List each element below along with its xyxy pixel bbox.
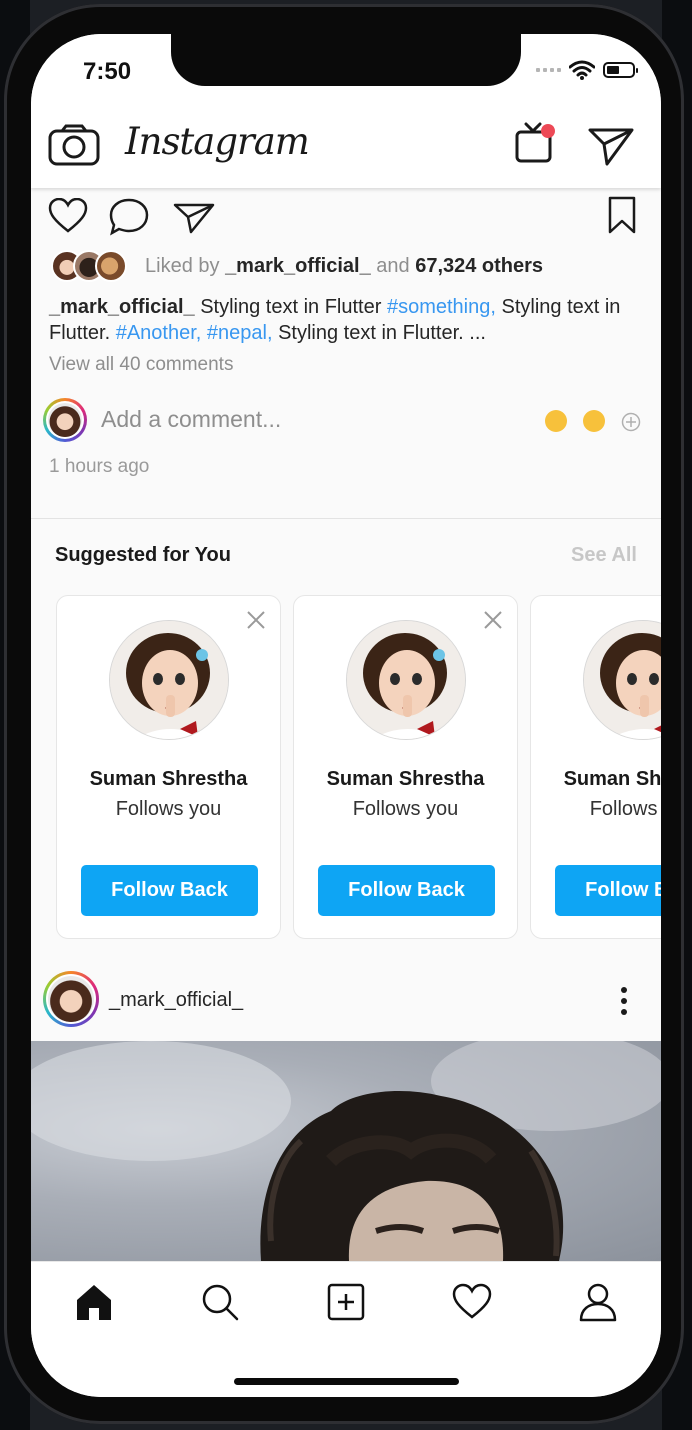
app-bar: Instagram [31, 104, 661, 188]
add-post-icon[interactable] [326, 1282, 366, 1322]
post-timestamp: 1 hours ago [49, 456, 150, 477]
cellular-signal-icon [536, 68, 561, 72]
post-header: _mark_official_ [31, 959, 661, 1041]
like-heart-icon[interactable] [48, 198, 88, 234]
add-comment-row: Add a comment... [43, 398, 649, 444]
suggestion-card: Suman Shrestha Follows you Follow Back [530, 595, 661, 939]
activity-heart-icon[interactable] [452, 1282, 492, 1322]
follow-back-button[interactable]: Follow Back [318, 865, 495, 916]
hashtag[interactable]: #nepal, [207, 322, 273, 344]
follow-back-button[interactable]: Follow Back [555, 865, 661, 916]
view-all-comments-link[interactable]: View all 40 comments [49, 354, 233, 376]
liker-avatar [95, 250, 127, 282]
status-icons [536, 60, 638, 80]
my-avatar [43, 398, 87, 442]
comment-input[interactable]: Add a comment... [101, 406, 281, 433]
battery-icon [603, 62, 638, 78]
suggested-user-subtitle: Follows you [589, 798, 661, 820]
notch [171, 34, 521, 86]
caption-text: Styling text in Flutter. ... [278, 322, 486, 344]
post-author-avatar[interactable] [43, 971, 99, 1027]
suggested-user-name[interactable]: Suman Shrestha [57, 768, 280, 791]
caption-username[interactable]: _mark_official_ [49, 296, 195, 318]
liked-by-prefix: Liked by [145, 254, 220, 277]
suggested-user-name[interactable]: Suman Shrestha [531, 768, 661, 791]
hashtag[interactable]: #Another, [116, 322, 202, 344]
see-all-link[interactable]: See All [571, 544, 637, 567]
igtv-icon[interactable] [512, 118, 560, 166]
post-caption: _mark_official_ Styling text in Flutter … [49, 294, 641, 346]
close-icon[interactable] [483, 610, 503, 630]
suggested-user-subtitle: Follows you [352, 798, 459, 820]
section-divider [31, 518, 661, 519]
hugging-face-emoji-icon[interactable] [545, 410, 567, 432]
post-author-username[interactable]: _mark_official_ [109, 989, 243, 1012]
hashtag[interactable]: #something, [387, 296, 496, 318]
wifi-icon [569, 60, 595, 80]
profile-icon[interactable] [578, 1282, 618, 1322]
close-icon[interactable] [246, 610, 266, 630]
liked-by-and: and [376, 254, 410, 277]
liked-by-user[interactable]: _mark_official_ [225, 255, 371, 278]
bookmark-icon[interactable] [608, 196, 636, 234]
camera-icon[interactable] [48, 124, 100, 166]
bottom-tab-bar [31, 1261, 661, 1397]
suggestion-card: Suman Shrestha Follows you Follow Back [293, 595, 518, 939]
direct-message-icon[interactable] [587, 126, 635, 166]
post-image[interactable] [31, 1041, 661, 1261]
likes-count[interactable]: 67,324 others [415, 255, 543, 278]
suggested-user-name[interactable]: Suman Shrestha [294, 768, 517, 791]
suggested-user-avatar[interactable] [346, 620, 466, 740]
app-screen: 7:50 Instagram Liked by _mark_official_ … [31, 34, 661, 1397]
home-indicator[interactable] [234, 1378, 459, 1385]
caption-text: Styling text in Flutter [200, 296, 382, 318]
kissing-face-emoji-icon[interactable] [583, 410, 605, 432]
share-icon[interactable] [173, 202, 215, 234]
suggested-user-avatar[interactable] [109, 620, 229, 740]
follow-back-button[interactable]: Follow Back [81, 865, 258, 916]
add-emoji-icon[interactable] [621, 412, 641, 432]
suggested-user-avatar[interactable] [583, 620, 661, 740]
suggestion-card: Suman Shrestha Follows you Follow Back [56, 595, 281, 939]
comment-icon[interactable] [109, 198, 149, 236]
search-icon[interactable] [200, 1282, 240, 1322]
suggested-user-subtitle: Follows you [115, 798, 222, 820]
likes-summary[interactable]: Liked by _mark_official_ and 67,324 othe… [51, 250, 543, 282]
home-icon[interactable] [74, 1282, 114, 1322]
suggested-title: Suggested for You [55, 544, 231, 566]
instagram-logo: Instagram [125, 120, 310, 163]
status-time: 7:50 [83, 58, 132, 85]
more-options-icon[interactable] [618, 986, 630, 1016]
notification-dot [541, 124, 555, 138]
phone-frame: 7:50 Instagram Liked by _mark_official_ … [4, 4, 684, 1424]
